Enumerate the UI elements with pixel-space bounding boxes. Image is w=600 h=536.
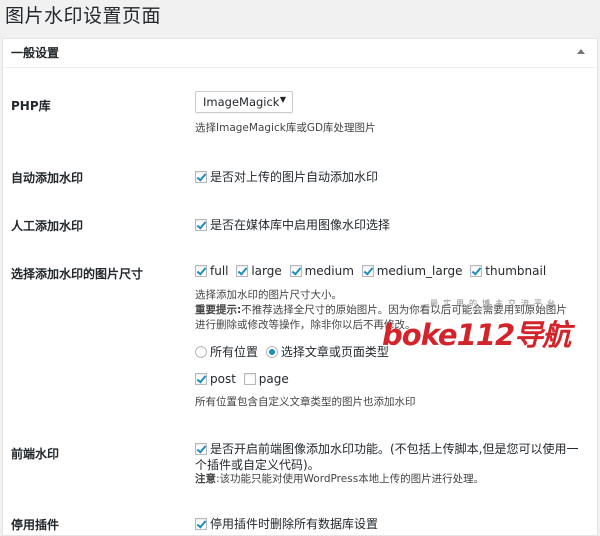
frontend-watermark-checkbox[interactable] bbox=[195, 443, 207, 455]
frontend-watermark-field: 是否开启前端图像添加水印功能。(不包括上传脚本,但是您可以使用一 bbox=[195, 440, 583, 457]
image-sizes-desc: 选择添加水印的图片尺寸大小。 bbox=[195, 289, 342, 301]
size-large-checkbox[interactable] bbox=[236, 265, 249, 277]
php-lib-label: PHP库 bbox=[11, 99, 51, 113]
size-thumbnail-checkbox[interactable] bbox=[470, 265, 483, 277]
image-sizes-label: 选择添加水印的图片尺寸 bbox=[11, 267, 144, 281]
deactivate-checkbox-label: 停用插件时删除所有数据库设置 bbox=[210, 517, 379, 531]
size-medium-large-label: medium_large bbox=[376, 264, 463, 278]
deactivate-checkbox[interactable] bbox=[195, 518, 207, 530]
post-types-desc: 所有位置包含自定义文章类型的图片也添加水印 bbox=[195, 396, 416, 408]
manual-watermark-checkbox-label: 是否在媒体库中启用图像水印选择 bbox=[210, 218, 391, 232]
scope-selected-label: 选择文章或页面类型 bbox=[280, 345, 389, 359]
auto-watermark-field: 是否对上传的图片自动添加水印 bbox=[195, 168, 382, 185]
deactivate-label: 停用插件 bbox=[11, 518, 60, 532]
frontend-watermark-checkbox-label: 是否开启前端图像添加水印功能。(不包括上传脚本,但是您可以使用一 bbox=[210, 442, 579, 456]
auto-watermark-checkbox[interactable] bbox=[195, 171, 207, 183]
scope-all-label: 所有位置 bbox=[210, 345, 259, 359]
post-type-page-label: page bbox=[258, 372, 289, 386]
php-lib-select[interactable]: ImageMagick ▼ bbox=[195, 91, 293, 113]
auto-watermark-label: 自动添加水印 bbox=[11, 171, 84, 185]
page-title: 图片水印设置页面 bbox=[5, 5, 162, 27]
manual-watermark-checkbox[interactable] bbox=[195, 219, 207, 231]
manual-watermark-label: 人工添加水印 bbox=[11, 219, 84, 233]
collapse-toggle-icon[interactable] bbox=[577, 49, 585, 54]
frontend-note-text: :该功能只能对使用WordPress本地上传的图片进行处理。 bbox=[216, 473, 485, 485]
auto-watermark-checkbox-label: 是否对上传的图片自动添加水印 bbox=[210, 170, 379, 184]
section-title: 一般设置 bbox=[11, 46, 60, 60]
settings-postbox: 一般设置 PHP库 ImageMagick ▼ 选择ImageMagick库或G… bbox=[2, 38, 598, 536]
frontend-watermark-label: 前端水印 bbox=[11, 447, 60, 461]
size-large-label: large bbox=[251, 264, 282, 278]
php-lib-select-value: ImageMagick bbox=[203, 95, 280, 109]
frontend-note-bold: 注意 bbox=[195, 473, 216, 485]
manual-watermark-field: 是否在媒体库中启用图像水印选择 bbox=[195, 216, 394, 233]
frontend-watermark-label-cont: 个插件或自定义代码)。 bbox=[195, 458, 320, 472]
post-types-field: post page bbox=[195, 372, 293, 386]
important-note-bold: 重要提示: bbox=[195, 304, 242, 316]
size-full-label: full bbox=[210, 264, 229, 278]
size-medium-checkbox[interactable] bbox=[289, 265, 302, 277]
watermark-tagline: 最实用的博主交流平台 bbox=[430, 299, 560, 308]
scope-selected-radio[interactable] bbox=[265, 346, 278, 358]
post-type-post-checkbox[interactable] bbox=[195, 373, 207, 385]
deactivate-field: 停用插件时删除所有数据库设置 bbox=[195, 515, 382, 532]
size-medium-large-checkbox[interactable] bbox=[361, 265, 374, 277]
dropdown-arrow-icon: ▼ bbox=[279, 95, 286, 104]
watermark-logo: boke112导航 bbox=[382, 318, 571, 352]
size-medium-label: medium bbox=[304, 264, 354, 278]
image-sizes-field: full large medium medium_large thumbnail bbox=[195, 264, 550, 278]
size-thumbnail-label: thumbnail bbox=[485, 264, 547, 278]
frontend-note: 注意:该功能只能对使用WordPress本地上传的图片进行处理。 bbox=[195, 472, 484, 486]
postbox-header[interactable]: 一般设置 bbox=[3, 39, 597, 68]
watermark-scope-field: 所有位置 选择文章或页面类型 bbox=[195, 343, 393, 360]
php-lib-desc: 选择ImageMagick库或GD库处理图片 bbox=[195, 122, 376, 134]
post-type-post-label: post bbox=[210, 372, 236, 386]
scope-all-radio[interactable] bbox=[195, 346, 207, 358]
post-type-page-checkbox[interactable] bbox=[243, 373, 256, 385]
size-full-checkbox[interactable] bbox=[195, 265, 207, 277]
